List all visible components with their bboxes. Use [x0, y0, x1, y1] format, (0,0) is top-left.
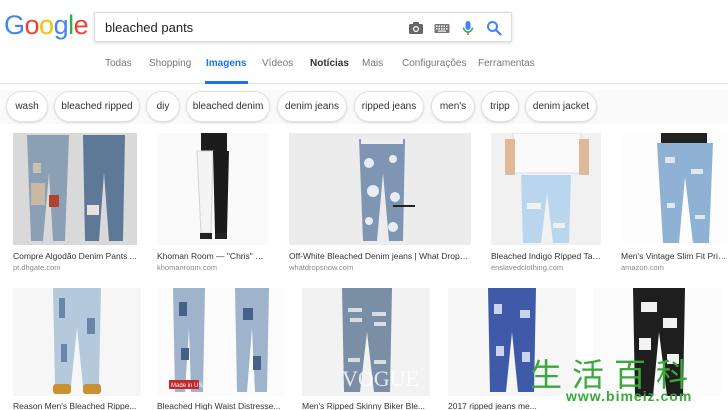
chip-diy[interactable]: diy: [146, 91, 180, 122]
related-searches-bar: wash bleached ripped diy bleached denim …: [0, 90, 728, 124]
image-result[interactable]: Off-White Bleached Denim jeans | What Dr…: [289, 133, 471, 273]
logo-letter: o: [24, 10, 40, 40]
result-caption[interactable]: Men's Vintage Slim Fit Print...: [621, 251, 728, 261]
logo-letter: e: [73, 10, 89, 40]
chip-bleached-ripped[interactable]: bleached ripped: [54, 91, 140, 122]
result-source: whatdropsnow.com: [289, 263, 354, 272]
chip-mens[interactable]: men's: [431, 91, 475, 122]
tab-noticias[interactable]: Notícias: [310, 58, 349, 84]
watermark-url: www.bimeiz.com: [566, 388, 693, 404]
result-thumbnail[interactable]: [289, 133, 471, 245]
chip-denim-jacket[interactable]: denim jacket: [525, 91, 597, 122]
chip-ripped-jeans[interactable]: ripped jeans: [354, 91, 424, 122]
result-caption[interactable]: Bleached Indigo Ripped Tap...: [491, 251, 601, 261]
tab-videos[interactable]: Vídeos: [262, 58, 293, 84]
microphone-icon[interactable]: [459, 19, 477, 37]
made-in-usa-label: Made in USA: [171, 383, 206, 389]
search-icon[interactable]: [485, 19, 503, 37]
site-watermark: 生活百科 www.bimeiz.com: [526, 350, 726, 410]
chip-tripp[interactable]: tripp: [481, 91, 519, 122]
result-source: pt.dhgate.com: [13, 263, 61, 272]
result-caption[interactable]: Men's Ripped Skinny Biker Ble...: [302, 401, 430, 410]
image-result[interactable]: Compre Algodão Denim Pants ... pt.dhgate…: [13, 133, 137, 273]
camera-icon[interactable]: [407, 19, 425, 37]
image-result[interactable]: Bleached Indigo Ripped Tap... enslavedcl…: [491, 133, 601, 273]
result-thumbnail[interactable]: Made in USA: [157, 288, 285, 396]
logo-letter: g: [53, 10, 69, 40]
keyboard-icon[interactable]: [433, 19, 451, 37]
tab-imagens[interactable]: Imagens: [205, 58, 248, 84]
vogue-watermark: VOGUE: [342, 366, 419, 391]
result-thumbnail[interactable]: [157, 133, 269, 245]
logo-letter: G: [4, 10, 25, 40]
result-thumbnail[interactable]: [491, 133, 601, 245]
image-result[interactable]: Made in USA Bleached High Waist Distress…: [157, 288, 285, 410]
image-result[interactable]: Reason Men's Bleached Rippe...: [13, 288, 141, 410]
chip-denim-jeans[interactable]: denim jeans: [277, 91, 347, 122]
result-source: khomanroom.com: [157, 263, 218, 272]
result-thumbnail[interactable]: [13, 288, 141, 396]
image-result[interactable]: VOGUE Men's Ripped Skinny Biker Ble...: [302, 288, 430, 410]
tab-ferramentas[interactable]: Ferramentas: [478, 58, 535, 84]
google-logo[interactable]: Google: [4, 10, 89, 41]
result-caption[interactable]: Khoman Room — "Chris" Bl...: [157, 251, 269, 261]
image-result[interactable]: Men's Vintage Slim Fit Print... amazon.c…: [621, 133, 728, 273]
chip-bleached-denim[interactable]: bleached denim: [186, 91, 270, 122]
header: Google bleached pants Todas Shopping Ima…: [0, 0, 728, 84]
logo-letter: o: [39, 10, 54, 40]
chip-wash[interactable]: wash: [6, 91, 48, 122]
result-thumbnail[interactable]: [13, 133, 137, 245]
result-thumbnail[interactable]: VOGUE: [302, 288, 430, 396]
tab-shopping[interactable]: Shopping: [149, 58, 191, 84]
result-caption[interactable]: Off-White Bleached Denim jeans | What Dr…: [289, 251, 471, 261]
result-thumbnail[interactable]: [621, 133, 728, 245]
result-caption[interactable]: Bleached High Waist Distresse...: [157, 401, 285, 410]
image-result[interactable]: Khoman Room — "Chris" Bl... khomanroom.c…: [157, 133, 269, 273]
tab-mais[interactable]: Mais: [362, 58, 383, 84]
tab-todas[interactable]: Todas: [105, 58, 132, 84]
tab-configuracoes[interactable]: Configurações: [402, 58, 466, 84]
result-caption[interactable]: Reason Men's Bleached Rippe...: [13, 401, 141, 410]
result-caption[interactable]: Compre Algodão Denim Pants ...: [13, 251, 137, 261]
search-box[interactable]: bleached pants: [94, 12, 512, 42]
result-source: amazon.com: [621, 263, 664, 272]
result-source: enslavedclothing.com: [491, 263, 564, 272]
search-input[interactable]: bleached pants: [105, 20, 193, 35]
